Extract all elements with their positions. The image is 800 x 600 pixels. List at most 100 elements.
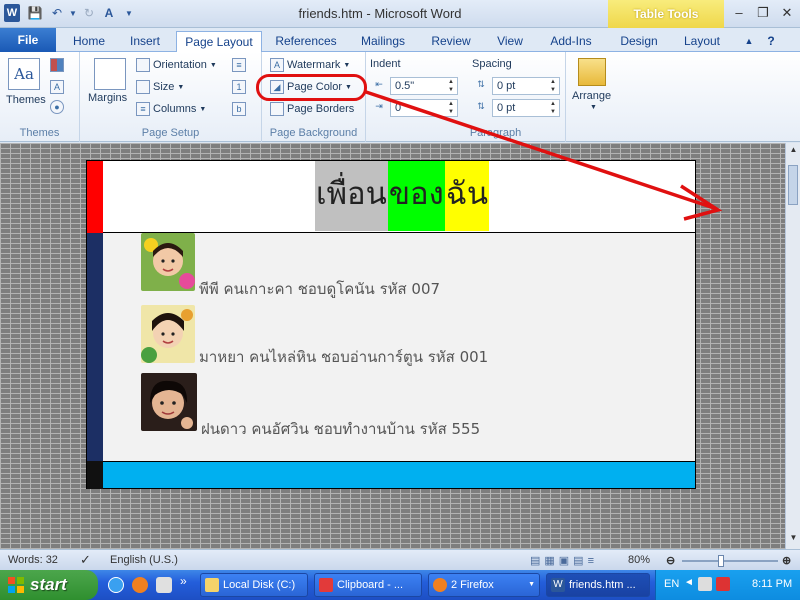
indent-left-input[interactable]: 0.5" ▲ ▼ <box>390 77 458 95</box>
friend-photo <box>141 233 195 291</box>
system-tray: EN ◄ 8:11 PM <box>655 570 800 600</box>
header-cell[interactable]: เพื่อน ของ ฉัน <box>103 161 695 233</box>
zoom-out-icon[interactable]: ⊖ <box>666 554 675 567</box>
restore-icon[interactable]: ❐ <box>754 4 772 22</box>
antivirus-icon[interactable] <box>716 577 730 591</box>
tab-file[interactable]: File <box>0 28 56 52</box>
themes-button[interactable]: Themes <box>6 94 46 106</box>
zoom-in-icon[interactable]: ⊕ <box>782 554 791 567</box>
themes-icon[interactable]: Aa <box>8 58 40 90</box>
tab-mailings[interactable]: Mailings <box>352 31 414 52</box>
task-local-disk[interactable]: Local Disk (C:) <box>200 573 308 597</box>
scroll-up-icon[interactable]: ▲ <box>786 145 800 159</box>
help-icon[interactable]: ? <box>762 31 780 52</box>
status-bar: Words: 32 ✓ English (U.S.) ▤▦▣▤≡ 80% ⊖ ⊕ <box>0 549 800 570</box>
folder-icon <box>205 578 219 592</box>
columns-label: Columns <box>153 103 197 115</box>
paragraph-group: Indent Spacing ⇤ 0.5" ▲ ▼ ⇥ 0 ▲ ▼ ⇅ 0 pt ▲ ▼ ⇅… <box>366 52 566 142</box>
friends-table[interactable]: เพื่อน ของ ฉัน พีพี คนเกาะคา ชอบดูโคนัน … <box>86 160 696 489</box>
tab-page-layout[interactable]: Page Layout <box>176 31 262 52</box>
indent-right-spinner[interactable]: ▲ ▼ <box>445 100 457 116</box>
network-icon[interactable] <box>698 577 712 591</box>
page-background-group-label: Page Background <box>269 127 358 139</box>
task-label: 2 Firefox <box>451 579 494 591</box>
friend-photo <box>141 373 197 431</box>
size-button[interactable]: Size ▼ <box>136 80 184 94</box>
task-word[interactable]: Wfriends.htm ... <box>546 573 650 597</box>
task-clipboard[interactable]: Clipboard - ... <box>314 573 422 597</box>
blue-strip-cell <box>87 233 103 461</box>
task-firefox[interactable]: 2 Firefox ▼ <box>428 573 540 597</box>
theme-effects-icon: ● <box>50 100 64 114</box>
close-icon[interactable]: ✕ <box>778 4 796 22</box>
start-button[interactable]: start <box>0 570 98 600</box>
minimize-ribbon-icon[interactable]: ▲ <box>740 31 758 52</box>
view-buttons[interactable]: ▤▦▣▤≡ <box>530 554 598 567</box>
arrange-dropdown-icon[interactable]: ▼ <box>590 104 597 111</box>
spacing-after-input[interactable]: 0 pt ▲ ▼ <box>492 99 560 117</box>
minimize-icon[interactable]: – <box>730 4 748 22</box>
title-bar: W 💾 ↶ ▼ ↻ A ▼ friends.htm - Microsoft Wo… <box>0 0 800 28</box>
scroll-thumb[interactable] <box>788 165 798 205</box>
page-borders-button[interactable]: Page Borders <box>270 102 354 116</box>
tab-add-ins[interactable]: Add-Ins <box>542 31 600 52</box>
footer-cell[interactable] <box>103 461 695 488</box>
tab-view[interactable]: View <box>488 31 532 52</box>
zoom-slider-thumb[interactable] <box>718 555 724 567</box>
orientation-button[interactable]: Orientation ▼ <box>136 58 217 72</box>
firefox-icon[interactable] <box>132 577 148 593</box>
theme-colors-button[interactable] <box>50 58 64 72</box>
hyphenation-button[interactable]: b <box>232 102 246 116</box>
task-label: Local Disk (C:) <box>223 579 296 591</box>
orientation-label: Orientation <box>153 59 207 71</box>
tab-design[interactable]: Design <box>610 31 668 52</box>
theme-fonts-button[interactable]: A <box>50 80 64 94</box>
watermark-button[interactable]: A Watermark ▼ <box>270 58 350 72</box>
quicklaunch-icon[interactable] <box>156 577 172 593</box>
line-numbers-icon: 1 <box>232 80 246 94</box>
friend-photo <box>141 305 195 363</box>
indent-label: Indent <box>370 58 401 70</box>
friend-description: ฝนดาว คนอัศวิน ชอบทำงานบ้าน รหัส 555 <box>201 420 481 438</box>
indent-right-input[interactable]: 0 ▲ ▼ <box>390 99 458 117</box>
title-segment: เพื่อน <box>315 161 388 231</box>
spacing-after-value: 0 pt <box>497 102 516 114</box>
quicklaunch-more-icon[interactable]: » <box>180 574 187 588</box>
word-count[interactable]: Words: 32 <box>8 554 58 566</box>
columns-button[interactable]: ≡ Columns ▼ <box>136 102 206 116</box>
tab-references[interactable]: References <box>270 31 342 52</box>
spacing-before-value: 0 pt <box>497 80 516 92</box>
scroll-down-icon[interactable]: ▼ <box>786 533 800 547</box>
tray-expand-icon[interactable]: ◄ <box>684 577 694 588</box>
margins-button[interactable]: Margins <box>88 92 127 104</box>
indent-left-spinner[interactable]: ▲ ▼ <box>445 78 457 94</box>
language-bar[interactable]: EN <box>664 578 679 590</box>
ie-icon[interactable] <box>108 577 124 593</box>
tab-review[interactable]: Review <box>424 31 478 52</box>
proofing-icon[interactable]: ✓ <box>80 552 91 568</box>
line-numbers-button[interactable]: 1 <box>232 80 246 94</box>
arrange-icon[interactable] <box>578 58 606 86</box>
spacing-before-input[interactable]: 0 pt ▲ ▼ <box>492 77 560 95</box>
breaks-button[interactable]: ≡ <box>232 58 246 72</box>
spacing-after-spinner[interactable]: ▲ ▼ <box>547 100 559 116</box>
zoom-level[interactable]: 80% <box>628 554 650 566</box>
tab-insert[interactable]: Insert <box>122 31 168 52</box>
margins-icon[interactable] <box>94 58 126 90</box>
start-label: start <box>30 575 67 594</box>
language-indicator[interactable]: English (U.S.) <box>110 554 178 566</box>
theme-colors-icon <box>50 58 64 72</box>
ribbon: Aa Themes A ● Themes Margins Orientation… <box>0 52 800 142</box>
spacing-before-spinner[interactable]: ▲ ▼ <box>547 78 559 94</box>
arrange-button[interactable]: Arrange <box>572 90 611 102</box>
clock[interactable]: 8:11 PM <box>752 578 792 590</box>
black-strip-cell <box>87 461 103 489</box>
vertical-scrollbar[interactable]: ▲ ▼ <box>785 143 800 549</box>
tab-home[interactable]: Home <box>66 31 112 52</box>
theme-effects-button[interactable]: ● <box>50 100 64 114</box>
tab-layout[interactable]: Layout <box>674 31 730 52</box>
friends-list-cell[interactable]: พีพี คนเกาะคา ชอบดูโคนัน รหัส 007 มาหยา … <box>103 233 695 461</box>
breaks-icon: ≡ <box>232 58 246 72</box>
indent-left-value: 0.5" <box>395 80 415 92</box>
zoom-slider[interactable] <box>682 555 778 567</box>
